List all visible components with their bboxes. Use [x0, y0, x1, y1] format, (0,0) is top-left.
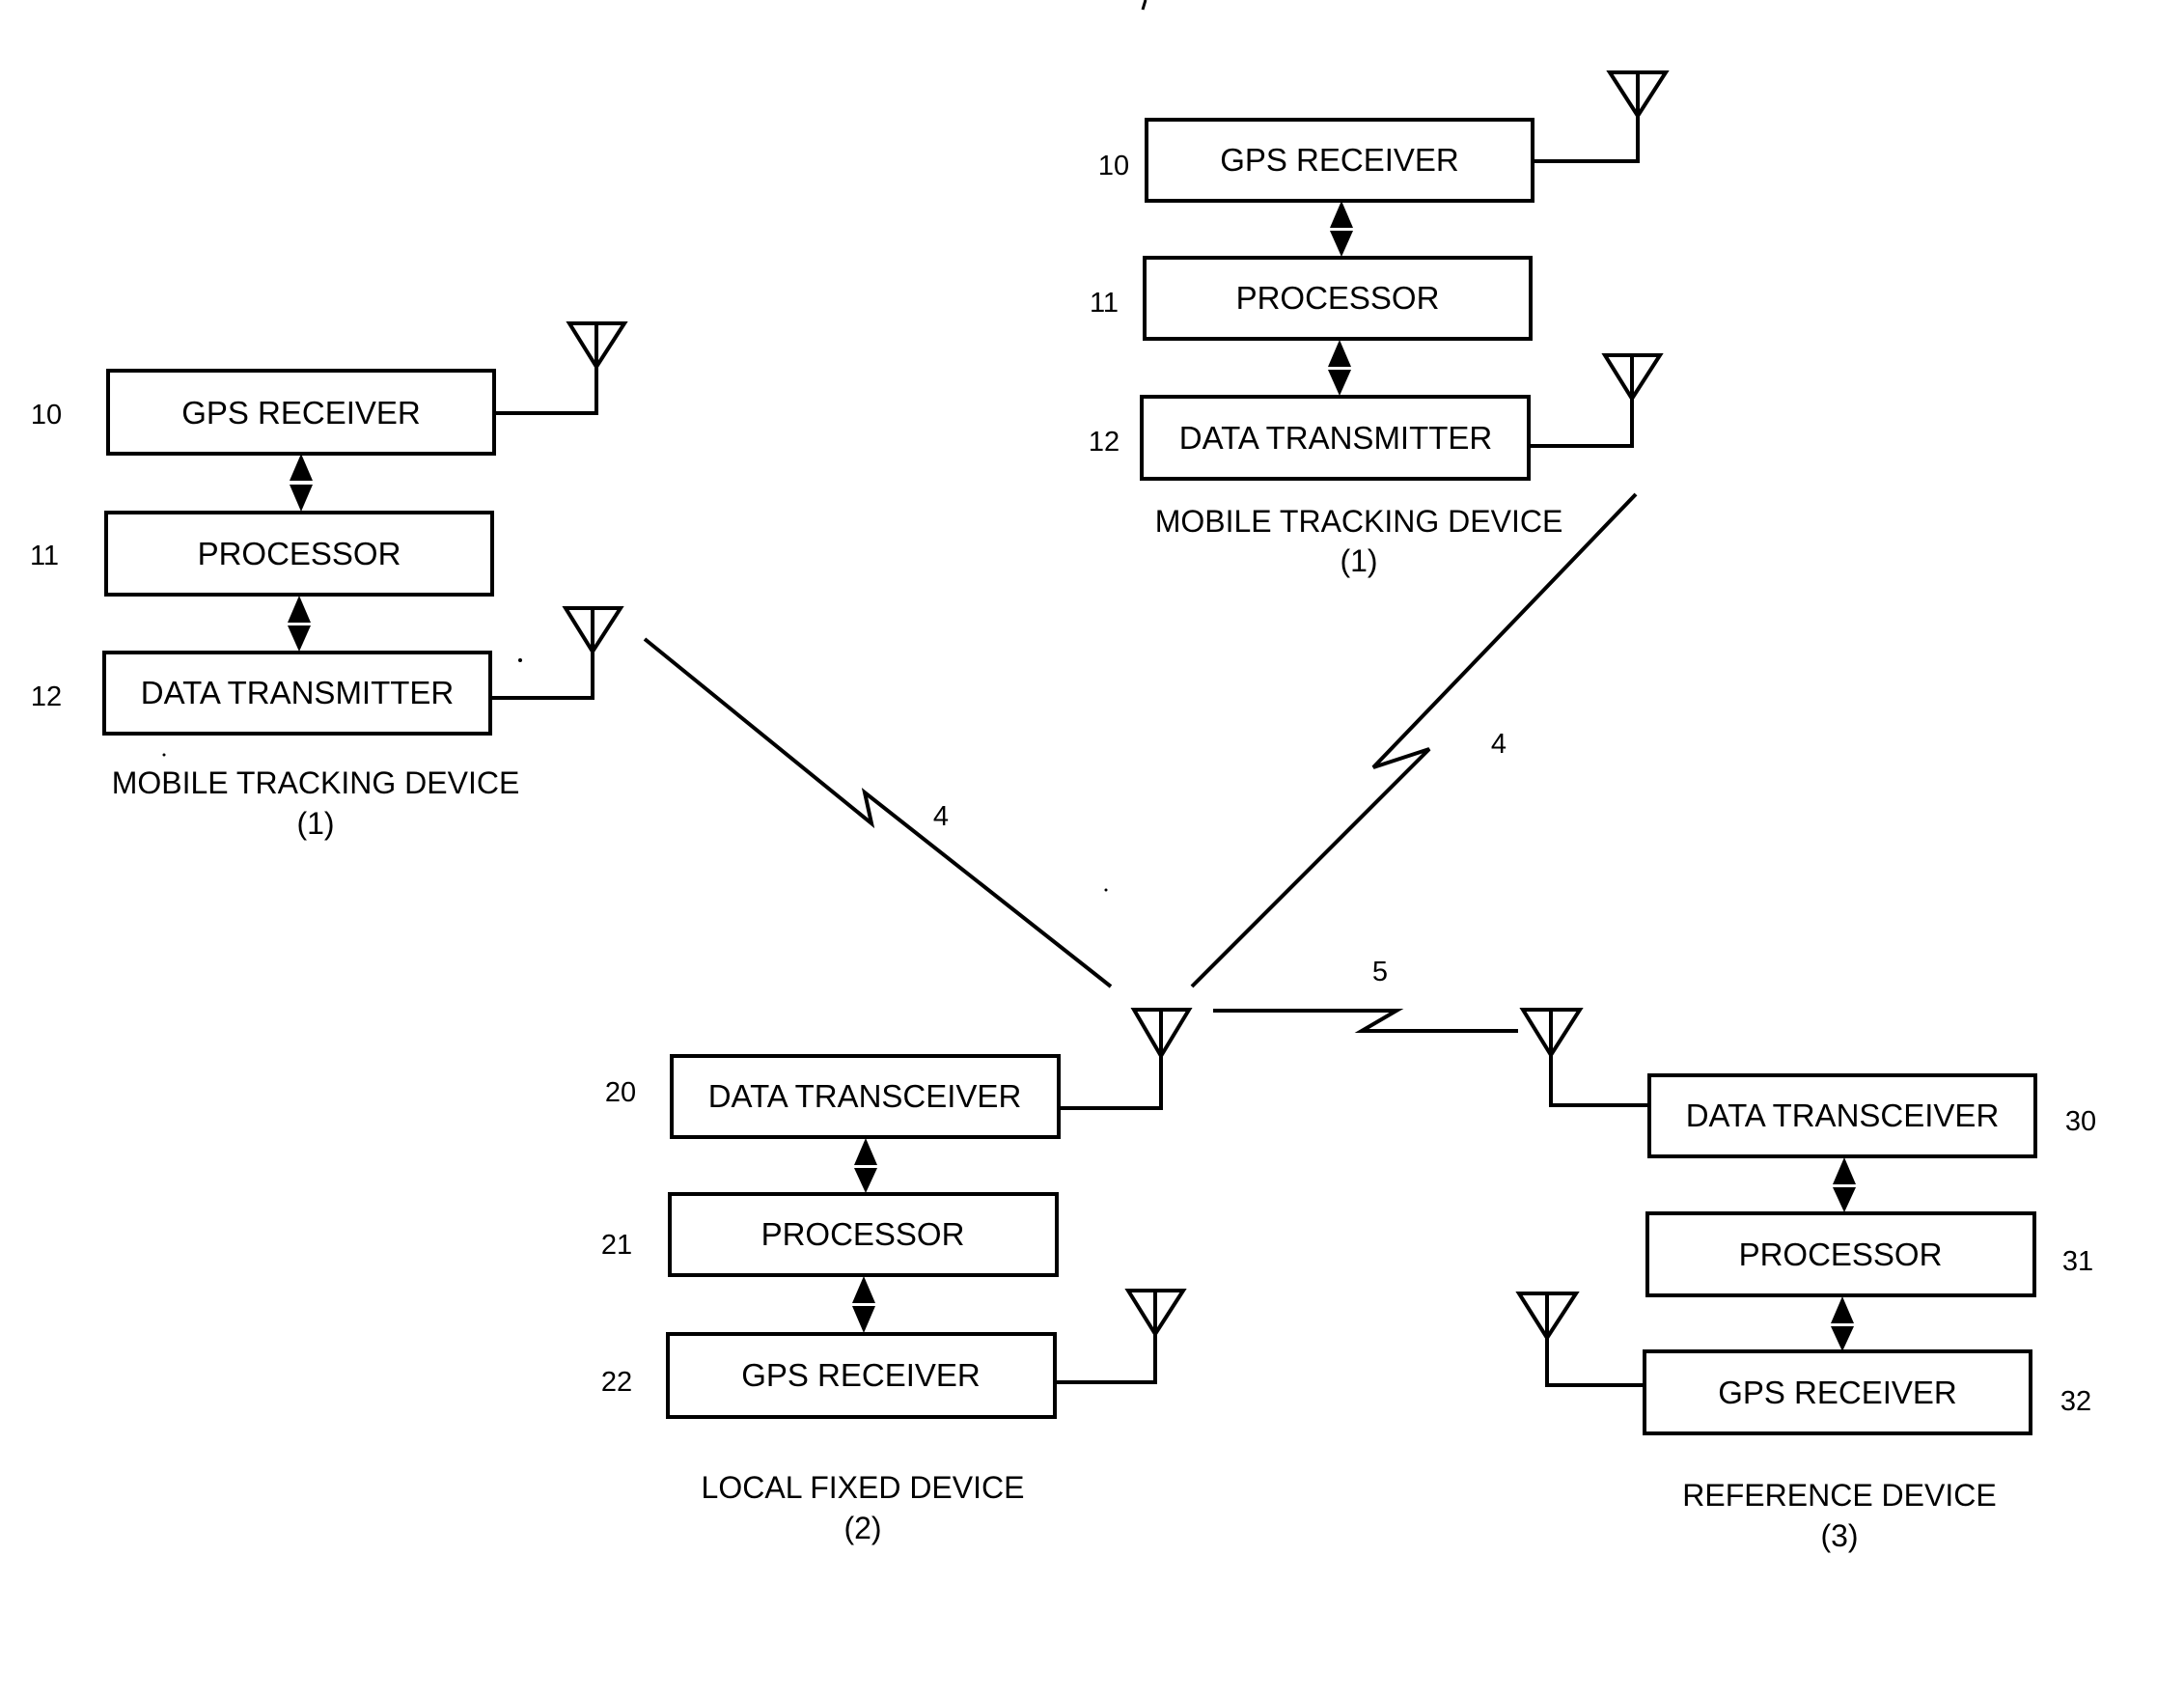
block-label: DATA TRANSCEIVER — [1686, 1098, 2000, 1133]
bidirectional-arrow-icon — [852, 1276, 875, 1333]
block-processor: PROCESSOR 21 — [601, 1192, 1059, 1277]
reference-number: 11 — [30, 541, 59, 571]
bidirectional-arrow-icon — [1328, 340, 1351, 396]
wireless-link-mobile-left-to-local: 4 — [643, 637, 1113, 988]
block-processor: PROCESSOR 11 — [30, 511, 494, 597]
wireless-link-zigzag — [643, 637, 1113, 988]
reference-number: 20 — [605, 1077, 636, 1108]
block-label: PROCESSOR — [1739, 1237, 1943, 1272]
antenna-icon — [562, 606, 624, 655]
block-label: DATA TRANSMITTER — [141, 675, 455, 710]
block-processor: PROCESSOR 11 — [1090, 256, 1533, 341]
antenna-feed-line — [1545, 1337, 1645, 1387]
block-label: GPS RECEIVER — [181, 395, 421, 431]
link-reference-number: 4 — [1491, 729, 1507, 760]
antenna-feed-line — [494, 365, 598, 415]
device-caption: MOBILE TRACKING DEVICE — [1155, 504, 1563, 539]
bidirectional-arrow-icon — [1833, 1157, 1856, 1212]
wireless-link-zigzag — [1213, 1009, 1518, 1033]
antenna-feed-line — [490, 651, 594, 700]
device-caption: LOCAL FIXED DEVICE — [702, 1470, 1025, 1505]
antenna-feed-line — [1059, 1055, 1163, 1110]
link-reference-number: 5 — [1372, 957, 1388, 987]
scan-artifact-dot — [1104, 888, 1108, 892]
block-label: PROCESSOR — [1236, 280, 1440, 316]
antenna-feed-line — [1549, 1054, 1649, 1107]
device-caption-number: (2) — [843, 1511, 881, 1545]
wireless-link-mobile-right-to-local: 4 — [1190, 492, 1638, 988]
block-label: DATA TRANSCEIVER — [708, 1078, 1022, 1114]
block-gps-receiver: GPS RECEIVER 32 — [1643, 1349, 2091, 1435]
local-fixed-device: DATA TRANSCEIVER 20 PROCESSOR 21 GPS REC… — [601, 1008, 1193, 1545]
reference-number: 11 — [1090, 288, 1119, 319]
reference-number: 12 — [31, 681, 62, 712]
device-caption: MOBILE TRACKING DEVICE — [112, 765, 520, 800]
reference-number: 10 — [1098, 151, 1129, 181]
antenna-icon — [1130, 1008, 1193, 1060]
block-data-transceiver: DATA TRANSCEIVER 20 — [605, 1054, 1061, 1139]
device-caption: REFERENCE DEVICE — [1682, 1478, 1996, 1513]
reference-number: 31 — [2062, 1246, 2093, 1277]
reference-device: DATA TRANSCEIVER 30 PROCESSOR 31 GPS REC… — [1515, 1008, 2096, 1553]
bidirectional-arrow-icon — [1831, 1296, 1854, 1351]
block-label: GPS RECEIVER — [741, 1357, 981, 1393]
antenna-icon — [1124, 1289, 1187, 1338]
block-label: DATA TRANSMITTER — [1179, 420, 1493, 456]
antenna-icon — [1515, 1292, 1580, 1342]
wireless-link-zigzag — [1190, 492, 1638, 988]
block-processor: PROCESSOR 31 — [1645, 1211, 2093, 1297]
block-label: GPS RECEIVER — [1718, 1375, 1957, 1410]
block-gps-receiver: GPS RECEIVER 10 — [1098, 118, 1534, 203]
mobile-tracking-device-right: GPS RECEIVER 10 PROCESSOR 11 DATA TRANSM… — [1089, 70, 1670, 578]
system-block-diagram: GPS RECEIVER 10 PROCESSOR 11 DATA TRANSM… — [30, 0, 2096, 1553]
bidirectional-arrow-icon — [854, 1138, 877, 1193]
reference-number: 12 — [1089, 427, 1120, 458]
block-data-transceiver: DATA TRANSCEIVER 30 — [1647, 1073, 2096, 1158]
bidirectional-arrow-icon — [288, 596, 311, 652]
reference-number: 30 — [2065, 1106, 2096, 1137]
antenna-feed-line — [1529, 399, 1634, 448]
block-label: GPS RECEIVER — [1220, 142, 1459, 178]
link-reference-number: 4 — [933, 801, 949, 832]
block-label: PROCESSOR — [198, 536, 401, 571]
antenna-feed-line — [1533, 116, 1640, 163]
device-caption-number: (1) — [296, 806, 334, 841]
scan-artifact-dot — [518, 658, 522, 662]
block-data-transmitter: DATA TRANSMITTER 12 — [31, 651, 492, 736]
block-gps-receiver: GPS RECEIVER 22 — [601, 1332, 1057, 1419]
reference-number: 10 — [31, 400, 62, 431]
block-label: PROCESSOR — [761, 1216, 965, 1252]
antenna-icon — [1601, 353, 1664, 403]
antenna-icon — [566, 321, 628, 371]
mobile-tracking-device-left: GPS RECEIVER 10 PROCESSOR 11 DATA TRANSM… — [30, 321, 628, 841]
wireless-link-local-to-reference: 5 — [1213, 957, 1518, 1033]
reference-number: 32 — [2060, 1386, 2091, 1417]
bidirectional-arrow-icon — [290, 454, 313, 512]
antenna-icon — [1606, 70, 1670, 120]
scan-artifact-mark — [1141, 0, 1147, 11]
device-caption-number: (3) — [1820, 1518, 1858, 1553]
block-gps-receiver: GPS RECEIVER 10 — [31, 369, 496, 456]
scan-artifact-dot — [162, 753, 166, 757]
reference-number: 21 — [601, 1230, 632, 1261]
antenna-feed-line — [1055, 1333, 1157, 1384]
device-caption-number: (1) — [1340, 543, 1377, 578]
block-data-transmitter: DATA TRANSMITTER 12 — [1089, 395, 1531, 481]
antenna-icon — [1519, 1008, 1584, 1059]
reference-number: 22 — [601, 1367, 632, 1398]
bidirectional-arrow-icon — [1330, 201, 1353, 257]
